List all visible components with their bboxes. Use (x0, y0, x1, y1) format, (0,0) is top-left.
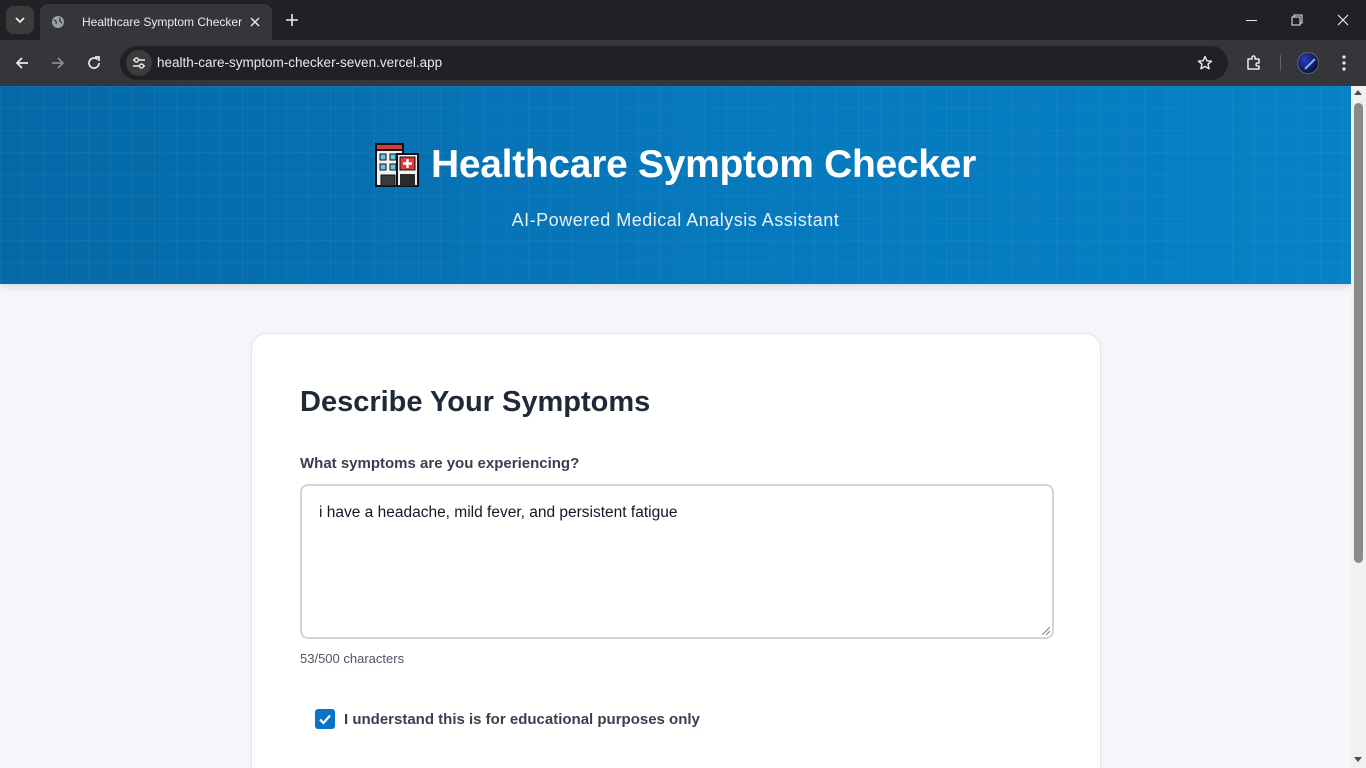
page-viewport: Healthcare Symptom Checker AI-Powered Me… (0, 86, 1366, 768)
restore-icon (1291, 14, 1303, 26)
url-text[interactable]: health-care-symptom-checker-seven.vercel… (157, 55, 442, 70)
resize-handle[interactable] (1042, 627, 1050, 635)
minimize-button[interactable] (1228, 0, 1274, 40)
consent-label: I understand this is for educational pur… (344, 710, 700, 728)
symptoms-field-label: What symptoms are you experiencing? (300, 455, 580, 472)
forward-button[interactable] (44, 49, 72, 77)
toolbar-divider (1280, 55, 1281, 71)
scroll-down-arrow-icon[interactable] (1354, 757, 1362, 762)
page-scrollbar[interactable] (1351, 86, 1366, 768)
scroll-up-arrow-icon[interactable] (1354, 90, 1362, 95)
header-title-row: Healthcare Symptom Checker (0, 142, 1351, 188)
symptoms-textarea-value: i have a headache, mild fever, and persi… (319, 504, 678, 521)
browser-tab[interactable]: Healthcare Symptom Checker (40, 4, 272, 40)
consent-row[interactable]: I understand this is for educational pur… (315, 709, 700, 729)
star-icon[interactable] (1196, 54, 1214, 72)
tab-title: Healthcare Symptom Checker (82, 15, 243, 29)
extensions-button[interactable] (1240, 49, 1268, 77)
page-subtitle: AI-Powered Medical Analysis Assistant (511, 210, 840, 230)
close-window-button[interactable] (1320, 0, 1366, 40)
address-bar[interactable]: health-care-symptom-checker-seven.vercel… (120, 46, 1228, 80)
consent-checkbox[interactable] (315, 709, 335, 729)
plus-icon (286, 14, 298, 26)
tab-search-button[interactable] (6, 6, 34, 34)
page-title: Healthcare Symptom Checker (431, 143, 976, 186)
restore-button[interactable] (1274, 0, 1320, 40)
globe-icon (50, 14, 66, 30)
close-icon[interactable] (246, 13, 264, 31)
site-info-button[interactable] (126, 50, 152, 76)
browser-menu-button[interactable] (1330, 49, 1358, 77)
symptoms-textarea[interactable]: i have a headache, mild fever, and persi… (300, 484, 1054, 639)
character-counter: 53/500 characters (300, 651, 405, 666)
hospital-icon (375, 142, 420, 188)
page-header: Healthcare Symptom Checker AI-Powered Me… (0, 86, 1351, 284)
close-window-icon (1337, 14, 1349, 26)
symptom-form-card: Describe Your Symptoms What symptoms are… (251, 333, 1101, 768)
tune-icon (133, 57, 145, 69)
reload-icon (88, 56, 100, 69)
reload-button[interactable] (80, 49, 108, 77)
checkmark-icon (319, 714, 331, 725)
kebab-menu-icon (1342, 55, 1346, 71)
back-button[interactable] (8, 49, 36, 77)
minimize-icon (1245, 19, 1257, 21)
back-arrow-icon (15, 57, 28, 69)
puzzle-icon (1247, 55, 1260, 70)
avatar (1297, 52, 1319, 74)
browser-tabstrip: Healthcare Symptom Checker (0, 0, 1366, 40)
browser-toolbar: health-care-symptom-checker-seven.vercel… (0, 40, 1366, 86)
forward-arrow-icon (52, 57, 65, 69)
scrollbar-thumb[interactable] (1354, 103, 1363, 563)
chevron-down-icon (15, 17, 25, 24)
new-tab-button[interactable] (280, 8, 304, 32)
form-heading: Describe Your Symptoms (300, 386, 651, 418)
profile-button[interactable] (1294, 49, 1322, 77)
